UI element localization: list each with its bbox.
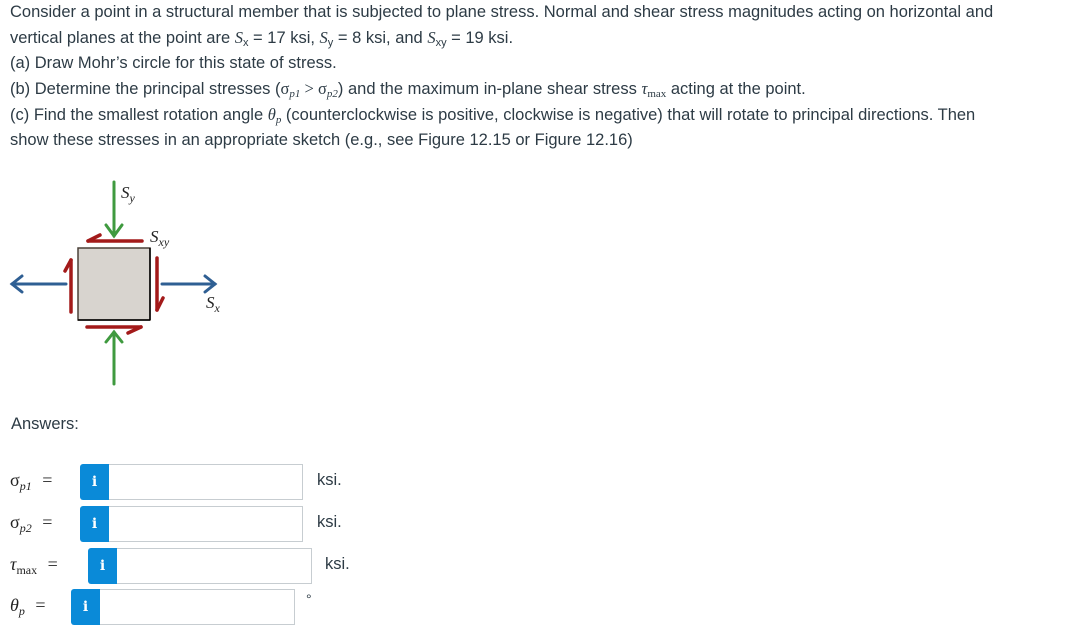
info-icon[interactable]: i [88,548,117,584]
sigma-p1-input[interactable] [109,464,303,500]
sigma-p2-label: σp2 = [10,512,53,535]
sx-arrow-left [9,274,68,294]
subscript: p2 [19,521,32,535]
theta-p-input[interactable] [100,589,295,625]
sigma-p2-input[interactable] [109,506,303,542]
answer-row-sigma-p1: σp1 = i ksi. [0,464,360,500]
subscript: max [16,563,38,577]
unit-label: ksi. [325,555,350,573]
part-a: (a) Draw Mohr’s circle for this state of… [10,54,337,72]
part-c: (c) Find the smallest rotation angle θp … [10,102,1065,128]
stress-element-diagram: Sy Sxy Sx [9,180,221,386]
sy-value: = 8 ksi, and [333,29,428,47]
symbol: θ [10,595,19,615]
equals-sign: = [37,512,53,532]
part-c-line-2: show these stresses in an appropriate sk… [10,131,633,149]
greater-than: > [300,79,318,98]
answer-row-tau-max: τmax = i ksi. [0,548,370,584]
problem-text: ) and the maximum in-plane shear stress [337,80,642,98]
part-b: (b) Determine the principal stresses (σp… [10,76,1065,102]
tau-subscript: max [647,88,667,100]
info-icon[interactable]: i [80,464,109,500]
equals-sign: = [37,470,53,490]
answer-row-theta-p: θp = i ° [0,589,340,625]
problem-text: vertical planes at the point are [10,29,235,47]
subscript: p [18,604,25,618]
info-icon[interactable]: i [80,506,109,542]
shear-arrow-left [63,258,73,314]
equals-sign: = [43,554,58,574]
sigma-symbol: σ [317,79,327,98]
tau-max-input[interactable] [117,548,312,584]
sxy-subscript: xy [435,37,447,49]
label-sy: Sy [121,183,136,205]
problem-line-1: Consider a point in a structural member … [10,0,1065,25]
unit-label: ksi. [317,513,342,531]
problem-text: (counterclockwise is positive, clockwise… [281,106,976,124]
unit-label: ksi. [317,471,342,489]
problem-text: Consider a point in a structural member … [10,3,994,21]
sy-arrow-top [104,180,124,239]
sigma-p1-label: σp1 = [10,470,53,493]
tau-max-label: τmax = [10,554,58,577]
stress-element-square [77,247,151,321]
sx-value: = 17 ksi, [248,29,320,47]
answers-label: Answers: [11,415,79,433]
symbol: σ [10,512,20,532]
sy-arrow-bottom [104,329,124,386]
sy-symbol: S [319,28,328,47]
theta-p-label: θp = [10,595,46,618]
problem-text: (b) Determine the principal stresses ( [10,80,281,98]
sxy-value: = 19 ksi. [446,29,514,47]
label-sx: Sx [206,293,221,315]
sx-arrow-right [160,274,218,294]
degree-unit: ° [306,591,312,607]
subscript: p1 [19,479,32,493]
sx-symbol: S [234,28,243,47]
answer-row-sigma-p2: σp2 = i ksi. [0,506,360,542]
problem-text: (c) Find the smallest rotation angle [10,106,268,124]
symbol: σ [10,470,20,490]
theta-symbol: θ [267,105,276,124]
problem-statement: Consider a point in a structural member … [10,0,1065,153]
sxy-symbol: S [427,28,436,47]
sigma-subscript: p1 [289,88,301,100]
equals-sign: = [30,595,46,615]
problem-text: acting at the point. [666,80,806,98]
info-icon[interactable]: i [71,589,100,625]
label-sxy: Sxy [150,227,170,249]
sigma-subscript: p2 [326,88,338,100]
problem-line-2: vertical planes at the point are Sx = 17… [10,25,1065,51]
